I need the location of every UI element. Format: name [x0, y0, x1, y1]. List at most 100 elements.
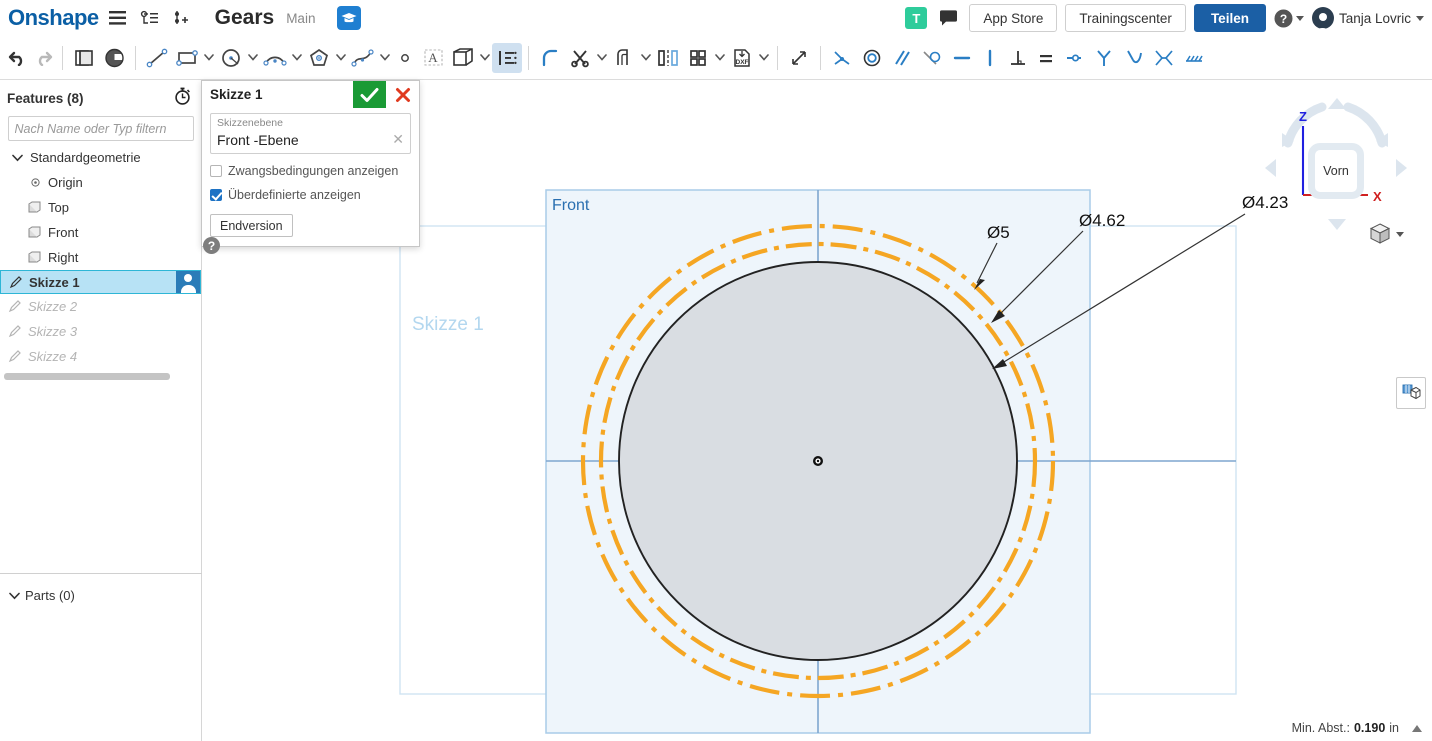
hamburger-menu-icon[interactable] [105, 5, 131, 31]
dimension-label-outer[interactable]: Ø5 [987, 223, 1010, 242]
arc-tool-icon[interactable] [260, 43, 290, 73]
avatar [176, 271, 200, 293]
stopwatch-icon[interactable] [174, 87, 191, 110]
clear-x-icon[interactable]: ✕ [392, 131, 404, 148]
text-tool-icon[interactable]: A [418, 43, 448, 73]
tree-item-skizze-1[interactable]: Skizze 1 [0, 270, 201, 294]
redo-icon[interactable] [30, 43, 56, 73]
user-menu[interactable]: Tanja Lovric [1311, 7, 1424, 36]
display-states-icon[interactable] [1396, 377, 1426, 409]
horizontal-constraint-icon[interactable] [947, 43, 977, 73]
spline-dropdown-arrow[interactable] [378, 43, 392, 73]
show-constraints-checkbox-row[interactable]: Zwangsbedingungen anzeigen [210, 164, 411, 178]
linear-pattern-icon[interactable] [683, 43, 713, 73]
rectangle-tool-icon[interactable] [172, 43, 202, 73]
chevron-down-icon[interactable] [9, 154, 25, 162]
polygon-tool-icon[interactable] [304, 43, 334, 73]
tangent-constraint-icon[interactable] [917, 43, 947, 73]
normal-constraint-icon[interactable] [1149, 43, 1179, 73]
trim-dropdown-arrow[interactable] [595, 43, 609, 73]
tree-item-standardgeometrie[interactable]: Standardgeometrie [0, 145, 201, 170]
tree-item-skizze-4[interactable]: Skizze 4 [0, 344, 201, 369]
line-tool-icon[interactable] [142, 43, 172, 73]
sketch-pencil-icon [7, 325, 23, 338]
circle-tool-icon[interactable] [216, 43, 246, 73]
perpendicular-constraint-icon[interactable] [1003, 43, 1033, 73]
help-menu[interactable]: ? [1274, 9, 1304, 28]
import-dxf-icon[interactable]: DXF [727, 43, 757, 73]
show-overdefined-checkbox-row[interactable]: Überdefinierte anzeigen [210, 188, 411, 202]
rotate-up-arrow[interactable] [1328, 98, 1346, 109]
polygon-dropdown-arrow[interactable] [334, 43, 348, 73]
curvature-constraint-icon[interactable] [1119, 43, 1149, 73]
construction-line-icon[interactable] [492, 42, 522, 73]
tree-item-right[interactable]: Right [0, 245, 201, 270]
chevron-up-icon[interactable] [1412, 724, 1422, 732]
chevron-down-icon[interactable] [9, 588, 20, 603]
use-projection-icon[interactable] [448, 43, 478, 73]
axis-x-label: X [1373, 189, 1382, 204]
tree-item-skizze-3[interactable]: Skizze 3 [0, 319, 201, 344]
show-constraints-checkbox[interactable] [210, 165, 222, 177]
share-button[interactable]: Teilen [1193, 4, 1266, 32]
mirror-tool-icon[interactable] [653, 43, 683, 73]
undo-icon[interactable] [4, 43, 30, 73]
dimension-tool-icon[interactable] [784, 43, 814, 73]
trim-tool-icon[interactable] [565, 43, 595, 73]
chevron-down-icon [1396, 231, 1404, 237]
rotate-left-arrow-tri[interactable] [1265, 159, 1276, 177]
tree-item-skizze-2[interactable]: Skizze 2 [0, 294, 201, 319]
rotate-down-arrow[interactable] [1328, 219, 1346, 230]
sketch-shaded-icon[interactable] [99, 43, 129, 73]
features-panel: Features (8) Standardgeometrie Origin [0, 80, 202, 741]
use-dropdown-arrow[interactable] [478, 43, 492, 73]
onshape-logo[interactable]: Onshape [8, 5, 99, 31]
view-cube-menu[interactable] [1368, 222, 1404, 246]
cancel-button[interactable] [386, 81, 419, 108]
horizontal-scrollbar[interactable] [4, 373, 170, 380]
origin-point-icon[interactable] [813, 456, 823, 466]
arc-dropdown-arrow[interactable] [290, 43, 304, 73]
parts-section-header[interactable]: Parts (0) [0, 583, 202, 607]
coincident-constraint-icon[interactable] [827, 43, 857, 73]
graduation-cap-icon[interactable] [337, 6, 362, 30]
offset-tool-icon[interactable] [609, 43, 639, 73]
sketch-plane-field[interactable]: Skizzenebene Front -Ebene ✕ [210, 113, 411, 154]
equal-constraint-icon[interactable] [1033, 43, 1059, 73]
tree-item-origin[interactable]: Origin [0, 170, 201, 195]
feature-filter-input[interactable] [7, 116, 194, 141]
circle-dropdown-arrow[interactable] [246, 43, 260, 73]
fillet-tool-icon[interactable] [535, 43, 565, 73]
parallel-constraint-icon[interactable] [887, 43, 917, 73]
tree-item-front[interactable]: Front [0, 220, 201, 245]
team-badge[interactable]: T [905, 7, 928, 29]
view-cube[interactable]: Z X Vorn [1260, 85, 1410, 245]
app-store-button[interactable]: App Store [969, 4, 1058, 32]
offset-dropdown-arrow[interactable] [639, 43, 653, 73]
pattern-dropdown-arrow[interactable] [713, 43, 727, 73]
tree-item-top[interactable]: Top [0, 195, 201, 220]
dimension-label-middle[interactable]: Ø4.62 [1079, 211, 1125, 230]
show-overdefined-checkbox[interactable] [210, 189, 222, 201]
vertical-constraint-icon[interactable] [977, 43, 1003, 73]
symmetric-constraint-icon[interactable] [1089, 43, 1119, 73]
spline-tool-icon[interactable] [348, 43, 378, 73]
rotate-right-arrow-tri[interactable] [1396, 159, 1407, 177]
comment-bubble-icon[interactable] [935, 5, 961, 31]
concentric-constraint-icon[interactable] [857, 43, 887, 73]
document-title[interactable]: Gears [215, 6, 275, 30]
fix-constraint-icon[interactable] [1179, 43, 1209, 73]
midpoint-constraint-icon[interactable] [1059, 43, 1089, 73]
confirm-button[interactable] [353, 81, 386, 108]
document-tree-icon[interactable] [137, 5, 163, 31]
training-center-button[interactable]: Trainingscenter [1065, 4, 1186, 32]
workspace-name[interactable]: Main [286, 11, 315, 26]
help-question-icon[interactable]: ? [203, 237, 220, 254]
insert-version-icon[interactable] [169, 5, 195, 31]
point-tool-icon[interactable] [392, 43, 418, 73]
dxf-dropdown-arrow[interactable] [757, 43, 771, 73]
final-version-button[interactable]: Endversion [210, 214, 293, 237]
view-cube-face[interactable]: Vorn [1308, 143, 1364, 199]
sketch-copy-icon[interactable] [69, 43, 99, 73]
rectangle-dropdown-arrow[interactable] [202, 43, 216, 73]
